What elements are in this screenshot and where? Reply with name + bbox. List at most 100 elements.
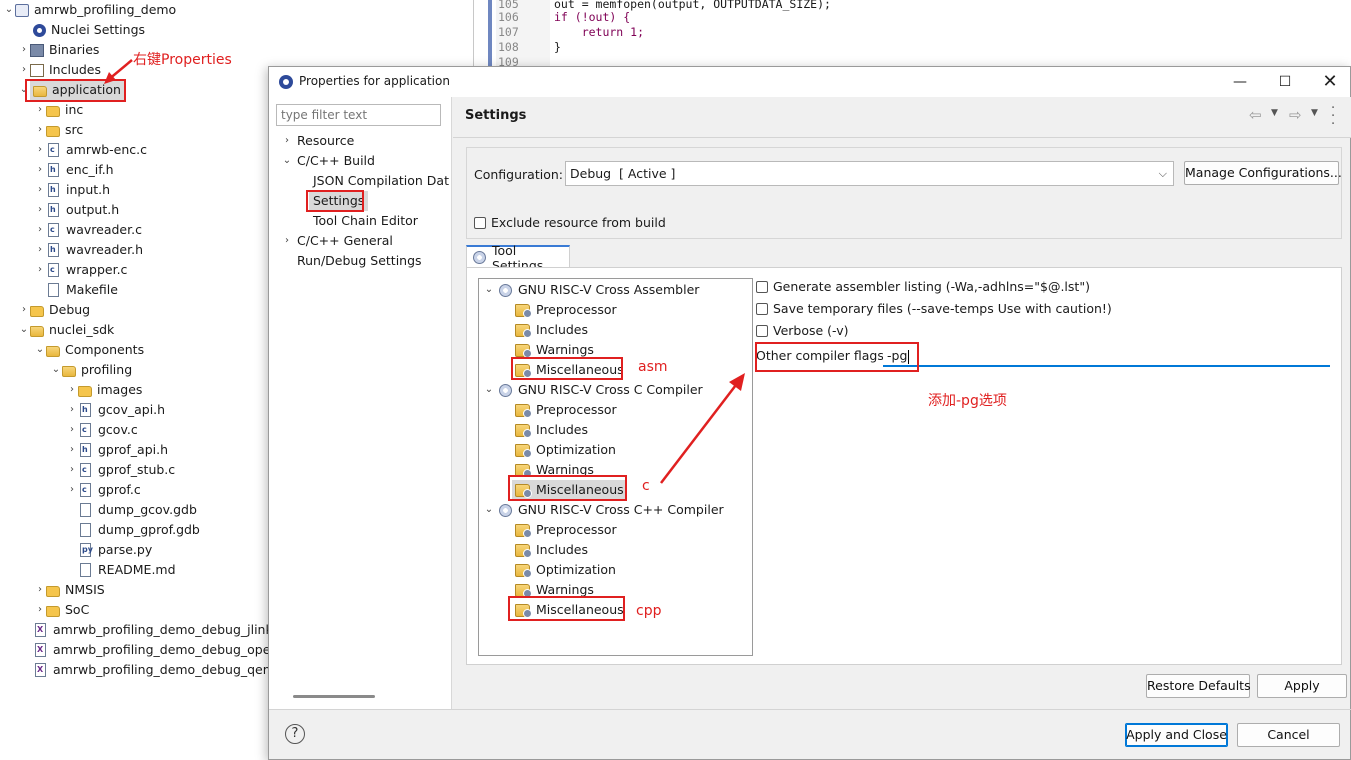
tree-item[interactable]: amrwb_profiling_demo_debug_openo bbox=[33, 640, 286, 660]
tree-project[interactable]: ⌄ amrwb_profiling_demo bbox=[3, 0, 176, 20]
tool-option[interactable]: Includes bbox=[515, 420, 588, 440]
maximize-button[interactable]: ☐ bbox=[1262, 67, 1308, 97]
save-temps-checkbox[interactable]: Save temporary files (--save-temps Use w… bbox=[756, 299, 1112, 319]
chevron-right-icon[interactable]: › bbox=[66, 460, 78, 480]
tree-item[interactable]: › amrwb-enc.c bbox=[34, 140, 147, 160]
chevron-right-icon[interactable]: › bbox=[34, 220, 46, 240]
chevron-right-icon[interactable]: › bbox=[34, 140, 46, 160]
back-dropdown-icon[interactable]: ▼ bbox=[1271, 108, 1278, 118]
tree-item[interactable]: › output.h bbox=[34, 200, 119, 220]
checkbox-icon[interactable] bbox=[474, 217, 486, 229]
tool-option[interactable]: Preprocessor bbox=[515, 300, 617, 320]
tree-item[interactable]: › gprof.c bbox=[66, 480, 141, 500]
tree-item[interactable]: › gcov_api.h bbox=[66, 400, 165, 420]
close-button[interactable]: ✕ bbox=[1307, 67, 1351, 97]
tool-option[interactable]: Includes bbox=[515, 320, 588, 340]
tree-item[interactable]: › input.h bbox=[34, 180, 110, 200]
chevron-down-icon[interactable]: ⌄ bbox=[34, 340, 46, 360]
verbose-checkbox[interactable]: Verbose (-v) bbox=[756, 321, 849, 341]
chevron-right-icon[interactable]: › bbox=[34, 100, 46, 120]
tree-item[interactable]: dump_gprof.gdb bbox=[78, 520, 200, 540]
tree-item[interactable]: › wrapper.c bbox=[34, 260, 127, 280]
nav-resource[interactable]: › Resource bbox=[281, 131, 354, 151]
chevron-right-icon[interactable]: › bbox=[34, 180, 46, 200]
view-menu-icon[interactable]: · · · bbox=[1331, 102, 1335, 131]
checkbox-icon[interactable] bbox=[756, 325, 768, 337]
tree-components[interactable]: ⌄ Components bbox=[34, 340, 144, 360]
tree-item[interactable]: › gprof_stub.c bbox=[66, 460, 175, 480]
filter-input[interactable] bbox=[276, 104, 441, 126]
chevron-right-icon[interactable]: › bbox=[34, 240, 46, 260]
tree-binaries[interactable]: › Binaries bbox=[18, 40, 99, 60]
tool-option[interactable]: Optimization bbox=[515, 560, 616, 580]
tree-item[interactable]: parse.py bbox=[78, 540, 152, 560]
tree-item[interactable]: Makefile bbox=[46, 280, 118, 300]
other-flags-input[interactable]: -pg bbox=[883, 345, 1330, 367]
nav-cc-build[interactable]: ⌄ C/C++ Build bbox=[281, 151, 375, 171]
tree-debug[interactable]: › Debug bbox=[18, 300, 90, 320]
tool-option[interactable]: Optimization bbox=[515, 440, 616, 460]
tool-cpp-compiler[interactable]: ⌄ GNU RISC-V Cross C++ Compiler bbox=[483, 500, 724, 520]
horizontal-scrollbar[interactable] bbox=[293, 695, 375, 698]
chevron-right-icon[interactable]: › bbox=[34, 260, 46, 280]
tree-item[interactable]: amrwb_profiling_demo_debug_jlink.la bbox=[33, 620, 288, 640]
tool-option[interactable]: Preprocessor bbox=[515, 520, 617, 540]
nav-toolchain[interactable]: Tool Chain Editor bbox=[313, 211, 418, 231]
checkbox-icon[interactable] bbox=[756, 303, 768, 315]
configuration-select[interactable]: Debug [ Active ] ⌵ bbox=[565, 161, 1174, 186]
tree-includes[interactable]: › Includes bbox=[18, 60, 101, 80]
back-arrow-icon[interactable]: ⇦ bbox=[1249, 106, 1262, 124]
chevron-right-icon[interactable]: › bbox=[34, 160, 46, 180]
minimize-button[interactable]: — bbox=[1217, 67, 1263, 97]
tree-item[interactable]: › enc_if.h bbox=[34, 160, 114, 180]
tree-nuclei-settings[interactable]: Nuclei Settings bbox=[33, 20, 145, 40]
tree-nuclei-sdk[interactable]: ⌄ nuclei_sdk bbox=[18, 320, 115, 340]
nav-json[interactable]: JSON Compilation Dat bbox=[313, 171, 449, 191]
tree-item[interactable]: dump_gcov.gdb bbox=[78, 500, 197, 520]
chevron-right-icon[interactable]: › bbox=[281, 231, 293, 251]
tree-item[interactable]: › gcov.c bbox=[66, 420, 138, 440]
chevron-down-icon[interactable]: ⌵ bbox=[1159, 162, 1167, 185]
chevron-right-icon[interactable]: › bbox=[66, 480, 78, 500]
forward-arrow-icon[interactable]: ⇨ bbox=[1289, 106, 1302, 124]
tree-item[interactable]: › src bbox=[34, 120, 83, 140]
tree-item[interactable]: › gprof_api.h bbox=[66, 440, 168, 460]
chevron-down-icon[interactable]: ⌄ bbox=[3, 0, 15, 20]
apply-button[interactable]: Apply bbox=[1257, 674, 1347, 698]
nav-cc-general[interactable]: › C/C++ General bbox=[281, 231, 393, 251]
tree-nmsis[interactable]: › NMSIS bbox=[34, 580, 105, 600]
chevron-down-icon[interactable]: ⌄ bbox=[281, 151, 293, 171]
tree-item[interactable]: › images bbox=[66, 380, 142, 400]
chevron-right-icon[interactable]: › bbox=[66, 440, 78, 460]
chevron-right-icon[interactable]: › bbox=[34, 120, 46, 140]
chevron-right-icon[interactable]: › bbox=[34, 200, 46, 220]
chevron-down-icon[interactable]: ⌄ bbox=[483, 380, 495, 400]
apply-and-close-button[interactable]: Apply and Close bbox=[1125, 723, 1228, 747]
cancel-button[interactable]: Cancel bbox=[1237, 723, 1340, 747]
help-button[interactable]: ? bbox=[285, 724, 305, 744]
tree-item[interactable]: › wavreader.h bbox=[34, 240, 143, 260]
chevron-right-icon[interactable]: › bbox=[18, 40, 30, 60]
tab-tool-settings[interactable]: Tool Settings bbox=[466, 243, 570, 273]
chevron-right-icon[interactable]: › bbox=[18, 300, 30, 320]
tool-option[interactable]: Includes bbox=[515, 540, 588, 560]
tree-item[interactable]: amrwb_profiling_demo_debug_qemu bbox=[33, 660, 283, 680]
tree-item[interactable]: README.md bbox=[78, 560, 176, 580]
tree-item[interactable]: › inc bbox=[34, 100, 83, 120]
dialog-titlebar[interactable]: Properties for application — ☐ ✕ bbox=[269, 67, 1350, 97]
checkbox-icon[interactable] bbox=[756, 281, 768, 293]
tree-profiling[interactable]: ⌄ profiling bbox=[50, 360, 132, 380]
chevron-down-icon[interactable]: ⌄ bbox=[18, 320, 30, 340]
chevron-down-icon[interactable]: ⌄ bbox=[50, 360, 62, 380]
chevron-right-icon[interactable]: › bbox=[34, 600, 46, 620]
tree-item[interactable]: › wavreader.c bbox=[34, 220, 142, 240]
manage-configurations-button[interactable]: Manage Configurations... bbox=[1184, 161, 1342, 185]
chevron-right-icon[interactable]: › bbox=[34, 580, 46, 600]
chevron-down-icon[interactable]: ⌄ bbox=[483, 280, 495, 300]
tool-assembler[interactable]: ⌄ GNU RISC-V Cross Assembler bbox=[483, 280, 700, 300]
chevron-right-icon[interactable]: › bbox=[66, 420, 78, 440]
restore-defaults-button[interactable]: Restore Defaults bbox=[1146, 674, 1251, 698]
chevron-down-icon[interactable]: ⌄ bbox=[483, 500, 495, 520]
chevron-right-icon[interactable]: › bbox=[66, 400, 78, 420]
generate-listing-checkbox[interactable]: Generate assembler listing (-Wa,-adhlns=… bbox=[756, 277, 1090, 297]
